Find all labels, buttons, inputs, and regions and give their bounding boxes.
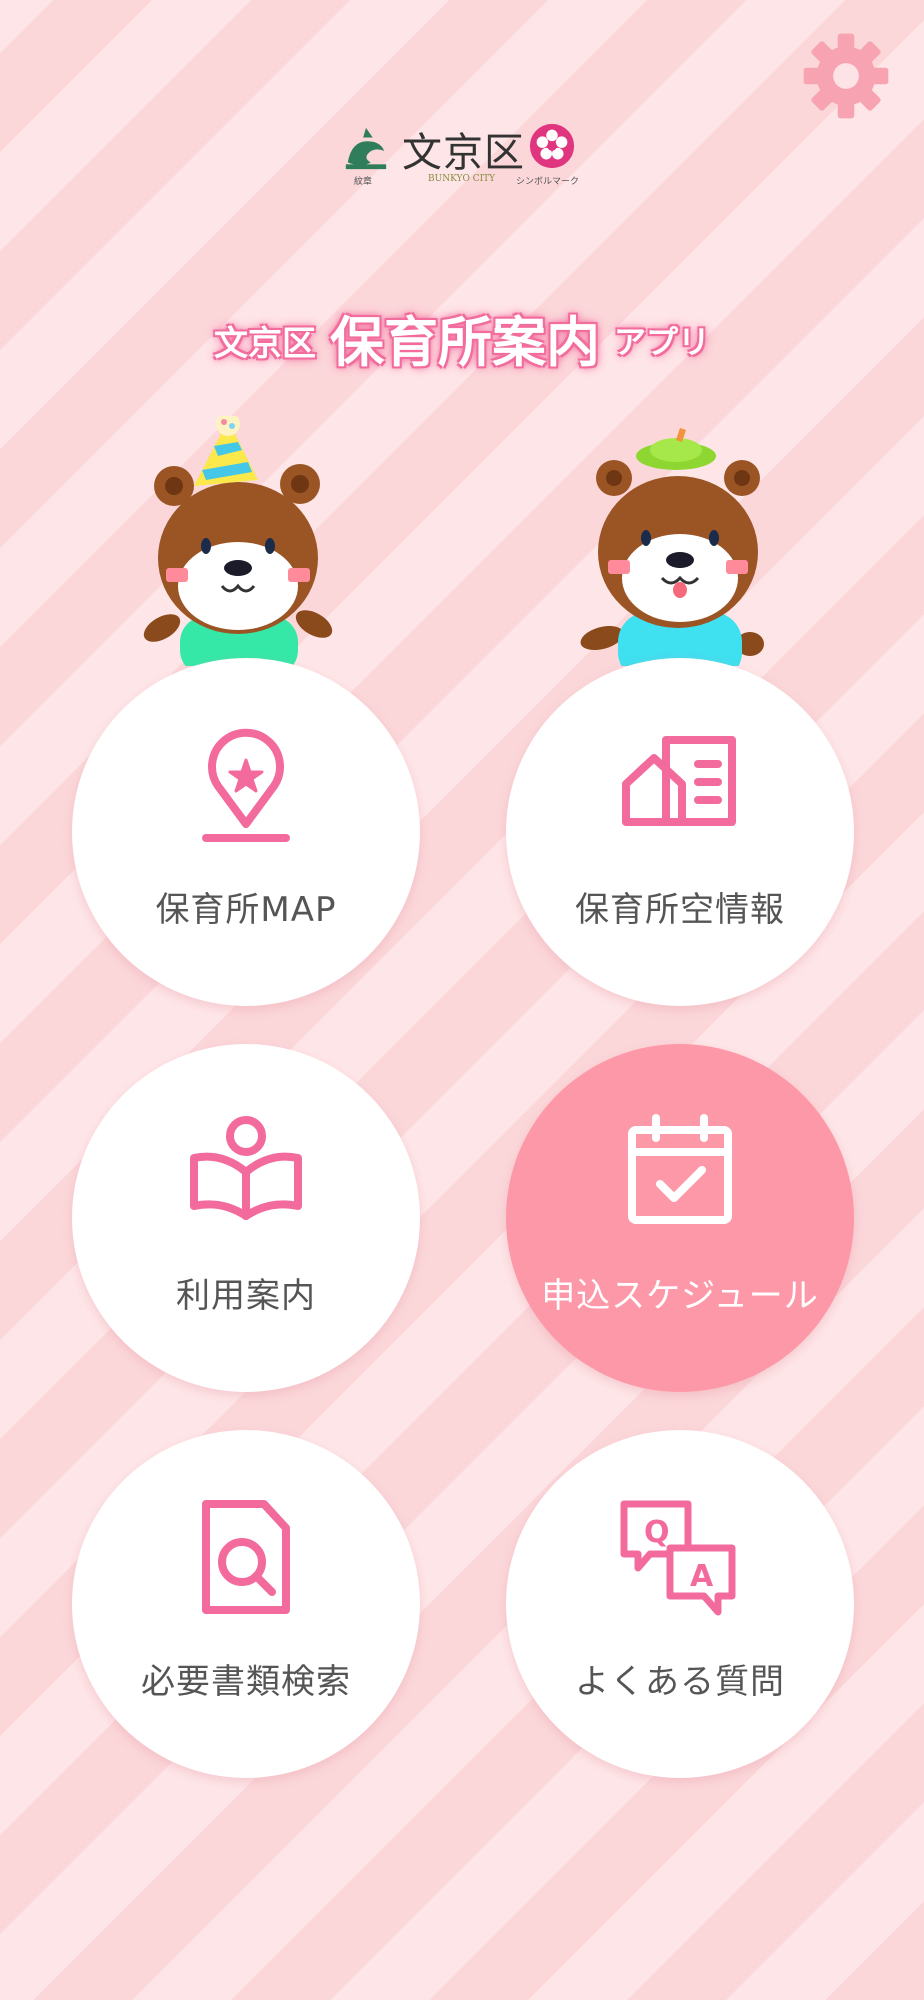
emblem-caption: 紋章 (354, 177, 373, 187)
faq-button[interactable]: Q A よくある質問 (506, 1430, 854, 1778)
nursery-map-label: 保育所MAP (155, 890, 337, 930)
svg-text:A: A (690, 1559, 714, 1594)
calendar-check-icon (628, 1114, 732, 1224)
usage-guide-label: 利用案内 (176, 1276, 316, 1316)
qa-bubbles-icon: Q A (620, 1500, 736, 1616)
title-main: 保育所案内 (329, 311, 600, 374)
house-document-icon (622, 736, 736, 826)
bear-mascot-party-hat-icon (143, 416, 333, 666)
symbol-caption: シンボルマーク (516, 177, 580, 187)
required-documents-label: 必要書類検索 (141, 1662, 351, 1702)
app-title: 文京区 保育所案内 アプリ (0, 298, 924, 377)
title-suffix: アプリ (613, 323, 710, 361)
bunkyo-emblem-icon (345, 127, 387, 170)
city-name: 文京区 (402, 130, 525, 176)
app-screen: 文京区 紋章 BUNKYO CITY シンボルマーク 文京区保育所案内アプリ (0, 0, 924, 2000)
nursery-map-button[interactable]: 保育所MAP (72, 658, 420, 1006)
city-caption: BUNKYO CITY (428, 174, 496, 184)
application-schedule-label: 申込スケジュール (541, 1276, 819, 1316)
person-reading-icon (190, 1116, 302, 1220)
city-logo: 文京区 紋章 BUNKYO CITY シンボルマーク (340, 120, 590, 190)
map-pin-star-icon (202, 728, 290, 842)
usage-guide-button[interactable]: 利用案内 (72, 1044, 420, 1392)
settings-gear-icon[interactable] (800, 30, 892, 122)
vacancy-info-label: 保育所空情報 (575, 890, 785, 930)
vacancy-info-button[interactable]: 保育所空情報 (506, 658, 854, 1006)
faq-label: よくある質問 (575, 1662, 785, 1702)
document-search-icon (202, 1500, 290, 1614)
application-schedule-button[interactable]: 申込スケジュール (506, 1044, 854, 1392)
required-documents-search-button[interactable]: 必要書類検索 (72, 1430, 420, 1778)
bear-mascot-green-hat-icon (580, 428, 764, 666)
svg-text:Q: Q (644, 1515, 670, 1550)
symbol-flower-icon (529, 123, 575, 169)
title-prefix: 文京区 (213, 324, 316, 364)
